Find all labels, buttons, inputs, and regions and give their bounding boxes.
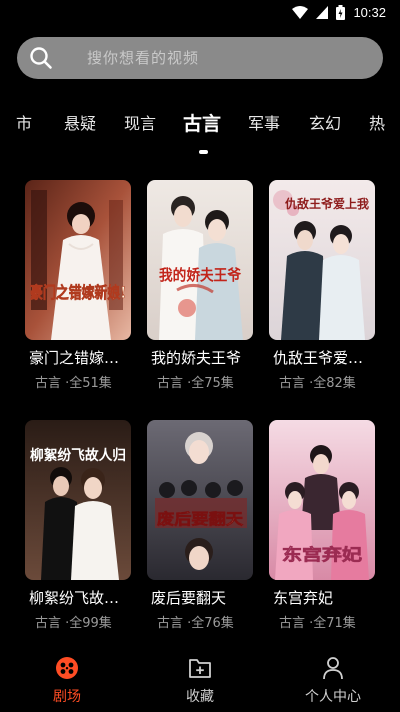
profile-icon (323, 657, 343, 680)
drama-meta: 古言 ·全51集 (35, 376, 112, 391)
tab-ancient-romance[interactable]: 古言 (183, 108, 221, 140)
nav-favorites[interactable]: 收藏 (150, 648, 250, 712)
drama-title[interactable]: 东宫弃妃 (273, 587, 383, 608)
active-tab-indicator (199, 150, 208, 154)
drama-meta: 古言 ·全82集 (279, 376, 356, 391)
theater-icon (56, 657, 78, 679)
tab-fantasy[interactable]: 玄幻 (309, 108, 341, 140)
poster-title-art: 柳絮纷飞故人归 (30, 447, 126, 464)
nav-profile[interactable]: 个人中心 (283, 648, 383, 712)
wifi-icon (292, 5, 309, 19)
tab-hot[interactable]: 热 (369, 108, 385, 140)
poster-title-art: 东宫弃妃 (282, 545, 362, 564)
nav-label: 个人中心 (305, 689, 361, 705)
status-icons: 10:32 (292, 3, 386, 21)
poster-image[interactable]: 我的娇夫王爷 (147, 180, 253, 340)
drama-title[interactable]: 柳絮纷飞故… (29, 587, 139, 608)
search-icon (30, 47, 52, 69)
category-tabs: 市 悬疑 现言 古言 军事 玄幻 热 (0, 108, 400, 148)
bottom-navigation: 剧场 收藏 个人中心 (0, 648, 400, 712)
clock: 10:32 (353, 4, 386, 20)
battery-icon (336, 4, 346, 20)
poster-title-art: 我的娇夫王爷 (159, 266, 242, 284)
favorites-icon (189, 659, 211, 678)
drama-meta: 古言 ·全75集 (157, 376, 234, 391)
app-screen: 10:32 搜你想看的视频 市 悬疑 现言 古言 军事 玄幻 热 豪门之错嫁新娘… (0, 0, 400, 712)
drama-title[interactable]: 我的娇夫王爷 (151, 347, 261, 368)
drama-title[interactable]: 豪门之错嫁… (29, 347, 139, 368)
poster-image[interactable]: 柳絮纷飞故人归 (25, 420, 131, 580)
search-placeholder: 搜你想看的视频 (87, 49, 200, 67)
nav-theater[interactable]: 剧场 (17, 648, 117, 712)
poster-image[interactable]: 豪门之错嫁新娘! (25, 180, 131, 340)
drama-title[interactable]: 废后要翻天 (151, 587, 261, 608)
drama-title[interactable]: 仇敌王爷爱… (273, 347, 383, 368)
nav-label: 收藏 (186, 689, 214, 705)
drama-meta: 古言 ·全71集 (279, 616, 356, 631)
tab-modern-romance[interactable]: 现言 (124, 108, 156, 140)
drama-meta: 古言 ·全99集 (35, 616, 112, 631)
tab-military[interactable]: 军事 (248, 108, 280, 140)
poster-image[interactable]: 废后要翻天 (147, 420, 253, 580)
poster-image[interactable]: 仇敌王爷爱上我 (269, 180, 375, 340)
poster-title-art: 废后要翻天 (157, 510, 244, 528)
poster-title-art: 仇敌王爷爱上我 (285, 196, 369, 211)
tab-city[interactable]: 市 (16, 108, 32, 140)
nav-label: 剧场 (53, 689, 81, 705)
status-bar: 10:32 (0, 0, 400, 24)
poster-title-art: 豪门之错嫁新娘! (30, 283, 126, 302)
poster-image[interactable]: 东宫弃妃 (269, 420, 375, 580)
drama-meta: 古言 ·全76集 (157, 616, 234, 631)
search-bar[interactable]: 搜你想看的视频 (17, 37, 383, 79)
tab-suspense[interactable]: 悬疑 (64, 108, 96, 140)
signal-icon (316, 5, 329, 19)
